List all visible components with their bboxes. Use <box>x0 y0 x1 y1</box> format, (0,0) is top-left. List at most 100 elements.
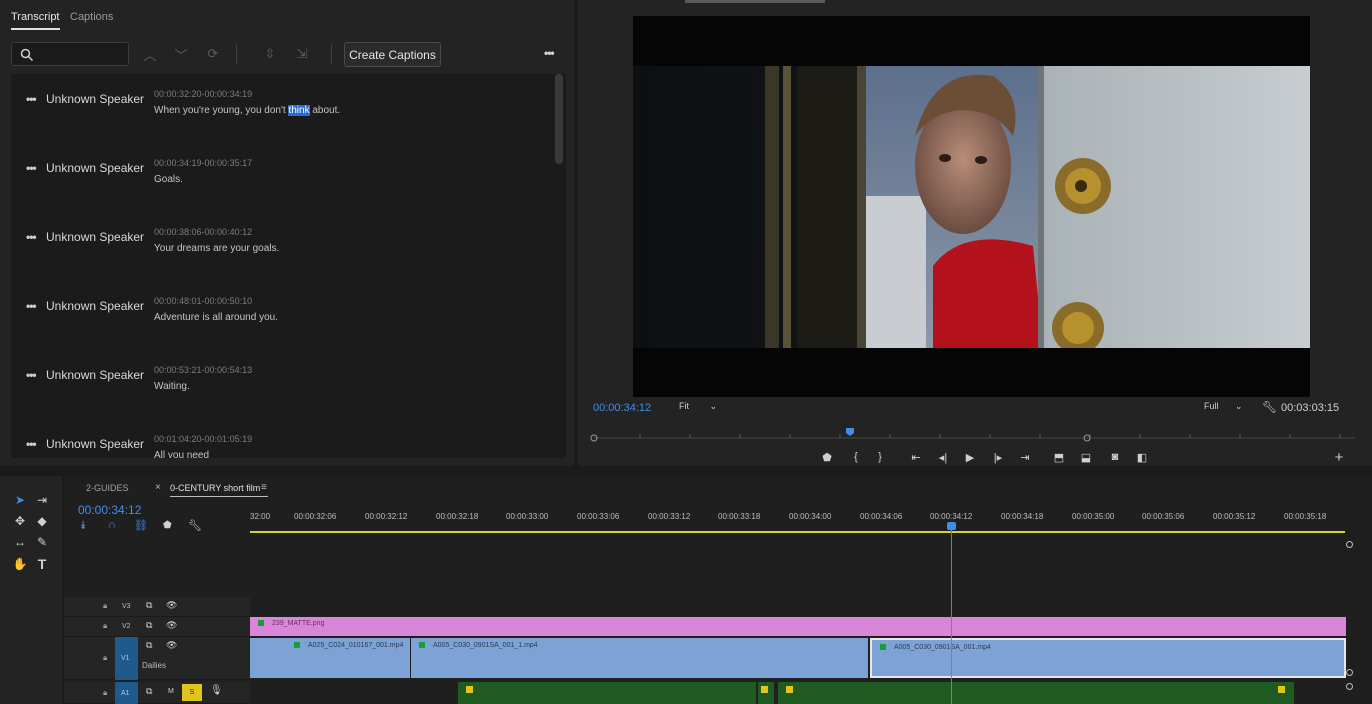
comparison-view-icon[interactable]: ◧ <box>1133 449 1151 465</box>
transcript-entry[interactable]: ••• Unknown Speaker 00:00:32:20-00:00:34… <box>11 80 551 140</box>
step-forward-icon[interactable]: |▸ <box>989 449 1007 465</box>
tab-sequence-guides[interactable]: 2-GUIDES <box>86 483 129 493</box>
timeline-settings-icon[interactable]: 🔧︎ <box>188 519 202 532</box>
speaker-menu-icon[interactable]: ••• <box>26 92 37 106</box>
clip-audio-1[interactable] <box>458 682 756 704</box>
speaker-menu-icon[interactable]: ••• <box>26 230 37 244</box>
clip-video-2[interactable]: A005_C030_0901SA_001_1.mp4 <box>411 638 868 678</box>
pen-tool-icon[interactable]: ✎ <box>33 533 51 551</box>
sync-lock-icon[interactable]: ⧉ <box>146 640 152 651</box>
sync-lock-icon[interactable]: ⧉ <box>146 686 152 697</box>
mute-button[interactable]: M <box>168 688 174 695</box>
speaker-menu-icon[interactable]: ••• <box>26 161 37 175</box>
clip-video-3[interactable]: A005_C030_0901SA_001.mp4 <box>870 638 1346 678</box>
speaker-menu-icon[interactable]: ••• <box>26 437 37 451</box>
nest-icon[interactable]: ⯯ <box>80 520 87 533</box>
playhead[interactable] <box>951 522 952 704</box>
vertical-scroll-handle[interactable] <box>1346 683 1353 690</box>
sequence-menu-icon[interactable]: ≡ <box>261 482 267 493</box>
work-area-bar[interactable] <box>250 531 1345 533</box>
export-frame-icon[interactable]: ◙ <box>1106 449 1124 465</box>
speaker-menu-icon[interactable]: ••• <box>26 299 37 313</box>
close-icon[interactable]: × <box>155 482 161 493</box>
more-options-icon[interactable]: ••• <box>544 46 555 60</box>
search-input[interactable] <box>11 42 129 66</box>
go-to-out-icon[interactable]: ⇥ <box>1016 449 1034 465</box>
timeline-timecode[interactable]: 00:00:34:12 <box>78 503 141 517</box>
zoom-dropdown[interactable]: Fit ⌄ <box>679 401 717 412</box>
wrench-icon[interactable]: 🔧︎ <box>1262 400 1277 414</box>
program-time-ruler[interactable] <box>590 428 1355 442</box>
vertical-scroll-handle[interactable] <box>1346 669 1353 676</box>
refresh-icon[interactable]: ⟳ <box>202 44 224 64</box>
sync-lock-icon[interactable]: ⧉ <box>146 620 152 631</box>
lock-icon[interactable]: 🔒︎ <box>103 621 107 631</box>
track-select-tool-icon[interactable]: ⇥ <box>33 491 51 509</box>
add-marker-icon[interactable]: ⬟ <box>163 520 172 531</box>
lock-icon[interactable]: 🔒︎ <box>103 653 107 663</box>
type-tool-icon[interactable]: T <box>33 555 51 573</box>
transcript-entry[interactable]: ••• Unknown Speaker 00:00:38:06-00:00:40… <box>11 218 551 278</box>
track-header-a1: 🔒︎ A1 ⧉ M S 🎙︎ <box>64 682 250 704</box>
create-captions-button[interactable]: Create Captions <box>344 42 441 67</box>
step-back-icon[interactable]: ◂| <box>934 449 952 465</box>
tab-transcript[interactable]: Transcript <box>11 11 60 30</box>
merge-segments-icon[interactable]: ⇲ <box>291 44 313 64</box>
next-result-icon[interactable]: ﹀ <box>170 44 192 64</box>
previous-result-icon[interactable]: ︿ <box>139 44 161 64</box>
clip-audio-3[interactable] <box>778 682 1294 704</box>
lock-icon[interactable]: 🔒︎ <box>103 601 107 611</box>
program-duration: 00:03:03:15 <box>1281 402 1340 414</box>
mark-in-icon[interactable]: { <box>847 449 865 465</box>
timeline-ruler[interactable]: 32:00 00:00:32:06 00:00:32:12 00:00:32:1… <box>250 506 1348 534</box>
entry-text[interactable]: All you need <box>154 450 209 458</box>
linked-selection-icon[interactable]: ⛓︎ <box>134 519 148 532</box>
eye-icon[interactable]: 👁︎ <box>166 600 177 611</box>
entry-text[interactable]: When you're young, you don't think about… <box>154 105 340 116</box>
add-marker-icon[interactable]: ⬟ <box>818 449 836 465</box>
sync-lock-icon[interactable]: ⧉ <box>146 600 152 611</box>
program-timecode[interactable]: 00:00:34:12 <box>593 402 651 414</box>
entry-text[interactable]: Adventure is all around you. <box>154 312 278 323</box>
extract-icon[interactable]: ⬓ <box>1077 449 1095 465</box>
eye-icon[interactable]: 👁︎ <box>166 620 177 631</box>
transcript-scrollbar[interactable] <box>555 74 563 164</box>
mark-out-icon[interactable]: } <box>871 449 889 465</box>
snap-icon[interactable]: ∩ <box>108 519 116 531</box>
tab-sequence-century[interactable]: 0-CENTURY short film <box>170 483 260 493</box>
clip-video-1[interactable]: A025_C024_010167_001.mp4 <box>250 638 410 678</box>
entry-text[interactable]: Goals. <box>154 174 183 185</box>
solo-button[interactable]: S <box>182 684 202 701</box>
track-target-v1[interactable]: V1 <box>115 637 138 680</box>
transcript-entry[interactable]: ••• Unknown Speaker 00:00:34:19-00:00:35… <box>11 149 551 209</box>
transcript-entry[interactable]: ••• Unknown Speaker 00:01:04:20-00:01:05… <box>11 425 551 458</box>
tab-captions[interactable]: Captions <box>70 11 113 23</box>
split-segment-icon[interactable]: ⇳ <box>259 44 281 64</box>
clip-icon <box>419 642 425 648</box>
speaker-menu-icon[interactable]: ••• <box>26 368 37 382</box>
ruler-label: 00:00:34:12 <box>930 512 973 521</box>
add-button-icon[interactable]: + <box>1330 449 1348 466</box>
microphone-icon[interactable]: 🎙︎ <box>210 685 223 696</box>
play-icon[interactable]: ▶ <box>961 449 979 465</box>
ripple-edit-tool-icon[interactable]: ✥ <box>11 512 29 530</box>
entry-text[interactable]: Your dreams are your goals. <box>154 243 279 254</box>
scroll-handle[interactable] <box>1346 541 1353 548</box>
hand-tool-icon[interactable]: ✋ <box>11 555 29 573</box>
track-target-a1[interactable]: A1 <box>115 682 138 704</box>
clip-matte[interactable]: 239_MATTE.png <box>250 617 1346 636</box>
razor-tool-icon[interactable]: ◆ <box>33 512 51 530</box>
lock-icon[interactable]: 🔒︎ <box>103 688 107 698</box>
selection-tool-icon[interactable]: ➤ <box>11 491 29 509</box>
slip-tool-icon[interactable]: ↔ <box>11 533 29 551</box>
transcript-entry[interactable]: ••• Unknown Speaker 00:00:48:01-00:00:50… <box>11 287 551 347</box>
video-preview[interactable] <box>633 16 1310 397</box>
resolution-dropdown[interactable]: Full ⌄ <box>1204 401 1243 412</box>
transcript-list: ••• Unknown Speaker 00:00:32:20-00:00:34… <box>11 74 566 458</box>
lift-icon[interactable]: ⬒ <box>1050 449 1068 465</box>
eye-icon[interactable]: 👁︎ <box>166 640 177 651</box>
transcript-entry[interactable]: ••• Unknown Speaker 00:00:53:21-00:00:54… <box>11 356 551 416</box>
clip-audio-2[interactable] <box>758 682 774 704</box>
entry-text[interactable]: Waiting. <box>154 381 190 392</box>
go-to-in-icon[interactable]: ⇤ <box>907 449 925 465</box>
